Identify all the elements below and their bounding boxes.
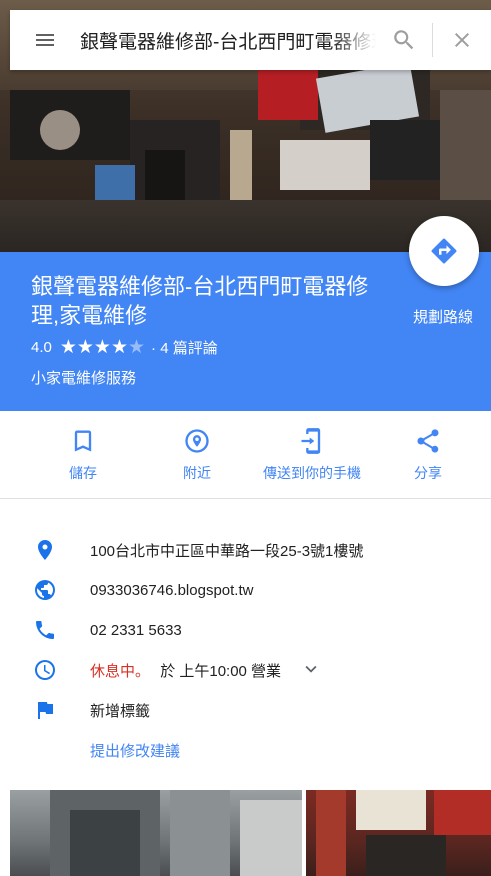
review-count[interactable]: · 4 篇評論 — [151, 337, 218, 358]
rating-stars-icon: ★★★★★ — [59, 337, 146, 358]
phone-icon — [32, 617, 58, 643]
directions-icon — [431, 238, 457, 264]
send-to-phone-icon — [301, 428, 321, 454]
send-to-phone-button[interactable]: 傳送到你的手機 — [256, 427, 368, 483]
hours-row[interactable]: 休息中。 於 上午10:00 營業 — [0, 650, 491, 690]
clock-icon — [32, 657, 58, 683]
add-label-row[interactable]: 新增標籤 — [0, 690, 491, 730]
share-icon — [417, 429, 439, 453]
share-button[interactable]: 分享 — [398, 427, 458, 483]
photo-strip — [0, 790, 491, 876]
directions-button[interactable] — [409, 216, 479, 286]
storefront-photo[interactable] — [306, 790, 491, 876]
website-link[interactable]: 0933036746.blogspot.tw — [90, 582, 253, 599]
hours-text: 休息中。 於 上午10:00 營業 — [90, 660, 281, 681]
website-row[interactable]: 0933036746.blogspot.tw — [0, 570, 491, 610]
hours-detail: 於 上午10:00 營業 — [160, 662, 282, 680]
address-text: 100台北市中正區中華路一段25-3號1樓號 — [90, 542, 364, 560]
search-input[interactable]: 銀聲電器維修部-台北西門町電器修理,家電維修 — [80, 27, 376, 54]
place-header: 銀聲電器維修部-台北西門町電器修理,家電維修 4.0 ★★★★★ · 4 篇評論… — [0, 252, 491, 411]
search-bar[interactable]: 銀聲電器維修部-台北西門町電器修理,家電維修 — [10, 10, 491, 70]
save-button[interactable]: 儲存 — [52, 427, 114, 483]
globe-icon — [32, 577, 58, 603]
phone-number[interactable]: 02 2331 5633 — [90, 622, 182, 639]
place-pin-icon — [32, 537, 58, 563]
street-view-photo[interactable] — [10, 790, 302, 876]
hours-status: 休息中。 — [90, 662, 151, 680]
nearby-button[interactable]: 附近 — [166, 427, 228, 483]
menu-icon[interactable] — [10, 10, 80, 70]
address-row[interactable]: 100台北市中正區中華路一段25-3號1樓號 — [0, 530, 491, 570]
add-label-text: 新增標籤 — [90, 702, 151, 720]
rating-summary[interactable]: 4.0 ★★★★★ · 4 篇評論 — [31, 336, 218, 359]
flag-icon — [32, 697, 58, 723]
place-title: 銀聲電器維修部-台北西門町電器修理,家電維修 — [31, 274, 369, 328]
phone-row[interactable]: 02 2331 5633 — [0, 610, 491, 650]
search-icon[interactable] — [376, 10, 432, 70]
bookmark-icon — [74, 430, 92, 452]
rating-value: 4.0 — [31, 339, 52, 356]
action-bar: 儲存 附近 傳送到你的手機 分享 — [0, 411, 491, 499]
place-category[interactable]: 小家電維修服務 — [31, 367, 136, 388]
chevron-down-icon[interactable] — [300, 658, 322, 685]
close-icon[interactable] — [433, 10, 491, 70]
directions-label[interactable]: 規劃路線 — [413, 306, 473, 327]
suggest-edit-link[interactable]: 提出修改建議 — [90, 740, 180, 761]
nearby-icon — [185, 429, 209, 453]
